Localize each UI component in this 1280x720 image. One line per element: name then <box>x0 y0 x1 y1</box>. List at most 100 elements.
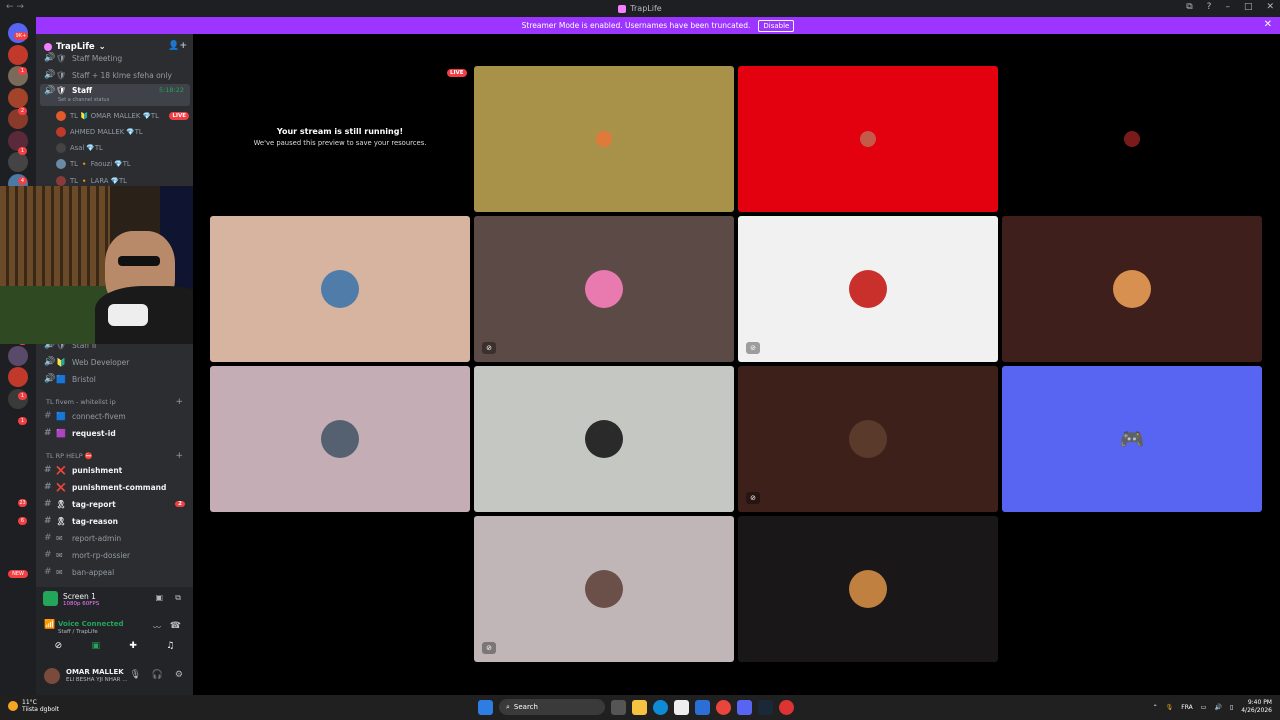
voice-status[interactable]: Voice Connected <box>58 620 124 628</box>
voice-stage: Your stream is still running! We've paus… <box>193 34 1280 695</box>
server-icon[interactable] <box>8 367 28 387</box>
disconnect-icon[interactable]: ☎ <box>170 621 181 631</box>
participant-tile[interactable] <box>210 366 470 512</box>
screen-share-icon[interactable]: ▣ <box>92 641 101 651</box>
channel-item[interactable]: 🔊 🟦 Bristol <box>36 371 193 387</box>
participant-tile[interactable] <box>474 66 734 212</box>
channel-item[interactable]: # 🟪 request-id <box>36 425 193 441</box>
channel-item[interactable]: # ✉ mort-rp-dossier <box>36 547 193 563</box>
channel-status-hint[interactable]: Set a channel status <box>58 97 109 103</box>
category-header[interactable]: TL fivem - whitelist ip + <box>36 396 193 408</box>
title-bar: ← → TrapLife ⧉? – □ ✕ <box>0 0 1280 17</box>
channel-item[interactable]: # ❌ punishment <box>36 462 193 478</box>
stop-stream-icon[interactable]: ▣ <box>155 593 163 602</box>
restore-icon[interactable]: ⧉ <box>1186 2 1192 12</box>
participant-tile[interactable] <box>738 66 998 212</box>
file-explorer-icon[interactable] <box>632 699 647 715</box>
participant-tile[interactable]: ⊘ <box>474 516 734 662</box>
discord-icon[interactable] <box>737 699 752 715</box>
language-indicator[interactable]: FRA <box>1181 704 1192 711</box>
server-icon[interactable] <box>8 345 28 366</box>
help-icon[interactable]: ? <box>1207 2 1212 12</box>
participant-tile[interactable] <box>210 216 470 362</box>
chrome-icon[interactable] <box>716 699 731 715</box>
clock[interactable]: 9:40 PM 4/26/2026 <box>1241 699 1272 715</box>
soundboard-icon[interactable]: ♫ <box>166 641 174 651</box>
channel-item[interactable]: # 🎗 tag-reason <box>36 513 193 529</box>
network-icon[interactable]: ▭ <box>1201 704 1207 711</box>
server-icon[interactable] <box>8 152 28 172</box>
server-list: 9K+121411111236NEW <box>0 17 36 695</box>
channel-item[interactable]: # ✉ ban-appeal <box>36 564 193 580</box>
voice-user[interactable]: TL 🔰 OMAR MALLEK 💎TL LIVE <box>56 108 191 123</box>
mic-tray-icon[interactable]: 🎙 <box>1166 704 1174 711</box>
minimize-icon[interactable]: – <box>1225 2 1230 12</box>
voice-channel-icon: 🔊 <box>44 357 56 367</box>
server-icon[interactable] <box>8 44 28 65</box>
gear-icon[interactable]: ⚙ <box>175 670 183 680</box>
participant-tile[interactable]: ⊘ <box>738 366 998 512</box>
avatar <box>1124 131 1140 147</box>
avatar[interactable] <box>44 668 60 684</box>
channel-item[interactable]: # 🎗 tag-report 2 <box>36 496 193 512</box>
disable-button[interactable]: Disable <box>758 19 795 32</box>
voice-user[interactable]: Asal 💎TL <box>56 141 191 156</box>
unread-badge: 9K+ <box>14 32 28 40</box>
back-icon[interactable]: ← <box>6 2 14 12</box>
activities-icon[interactable]: ✚ <box>129 641 137 651</box>
participant-tile[interactable]: ⊘ <box>474 216 734 362</box>
participant-tile[interactable] <box>738 516 998 662</box>
channel-item[interactable]: # ✉ report-admin <box>36 530 193 546</box>
edge-icon[interactable] <box>653 699 668 715</box>
nav-buttons[interactable]: ← → <box>6 2 24 12</box>
volume-icon[interactable]: 🔊 <box>1214 704 1221 711</box>
participant-tile[interactable] <box>1002 216 1262 362</box>
mail-icon[interactable] <box>695 699 710 715</box>
chevron-up-icon[interactable]: ⌃ <box>1153 704 1158 711</box>
voice-channel-icon: # <box>44 411 52 421</box>
voice-location[interactable]: Staff / TrapLife <box>58 629 98 635</box>
server-icon[interactable] <box>8 87 28 108</box>
voice-user[interactable]: AHMED MALLEK 💎TL <box>56 124 191 139</box>
voice-user[interactable]: TL 🔸 Faouzi 💎TL <box>56 157 191 172</box>
channel-item[interactable]: 🔊 🔰 Web Developer <box>36 354 193 370</box>
channel-item[interactable]: # ❌ punishment-command <box>36 479 193 495</box>
noise-suppression-icon[interactable]: 〰 <box>153 622 161 633</box>
participant-tile[interactable] <box>474 366 734 512</box>
voice-channel-icon: 🔊 <box>44 70 56 80</box>
obs-icon[interactable] <box>779 699 794 715</box>
avatar <box>849 270 887 308</box>
avatar <box>585 570 623 608</box>
start-icon[interactable] <box>478 699 493 715</box>
search-box[interactable]: ⌕ Search <box>499 699 605 715</box>
battery-icon[interactable]: ▯ <box>1230 704 1233 711</box>
active-voice-channel[interactable]: 🔊 🛡 Staff 5:18:22 Set a channel status <box>40 84 190 106</box>
popout-icon[interactable]: ⧉ <box>175 593 181 603</box>
temperature: 11°C <box>22 699 37 706</box>
category-header[interactable]: TL RP HELP ⛔ + <box>36 450 193 462</box>
maximize-icon[interactable]: □ <box>1244 2 1253 12</box>
system-tray: ⌃ 🎙 FRA ▭ 🔊 ▯ 9:40 PM 4/26/2026 <box>1153 699 1272 715</box>
forward-icon[interactable]: → <box>16 2 24 12</box>
close-window-icon[interactable]: ✕ <box>1266 2 1274 12</box>
avatar <box>585 420 623 458</box>
task-view-icon[interactable] <box>611 699 626 715</box>
channel-item[interactable]: # 🟦 connect-fivem <box>36 408 193 424</box>
store-icon[interactable] <box>674 699 689 715</box>
camera-icon[interactable]: ⊘ <box>55 641 63 651</box>
participant-tile[interactable] <box>1002 66 1262 212</box>
plus-icon[interactable]: + <box>175 397 183 407</box>
call-duration: 5:18:22 <box>158 86 184 94</box>
close-icon[interactable]: ✕ <box>1264 19 1272 30</box>
channel-item[interactable]: 🔊 🛡 Staff Meeting <box>36 50 193 66</box>
participant-tile[interactable]: ⊘ <box>738 216 998 362</box>
microphone-icon[interactable]: 🎙 <box>130 670 141 680</box>
plus-icon[interactable]: + <box>175 451 183 461</box>
participant-tile[interactable]: 🎮 <box>1002 366 1262 512</box>
weather-widget[interactable]: 11°C Tiista dgbolt <box>8 699 59 713</box>
channel-item[interactable]: 🔊 🛡 Staff + 18 klme sfeha only <box>36 67 193 83</box>
steam-icon[interactable] <box>758 699 773 715</box>
headphones-icon[interactable]: 🎧 <box>152 670 163 680</box>
window-title: TrapLife <box>618 4 662 13</box>
muted-icon: ⊘ <box>482 642 496 654</box>
